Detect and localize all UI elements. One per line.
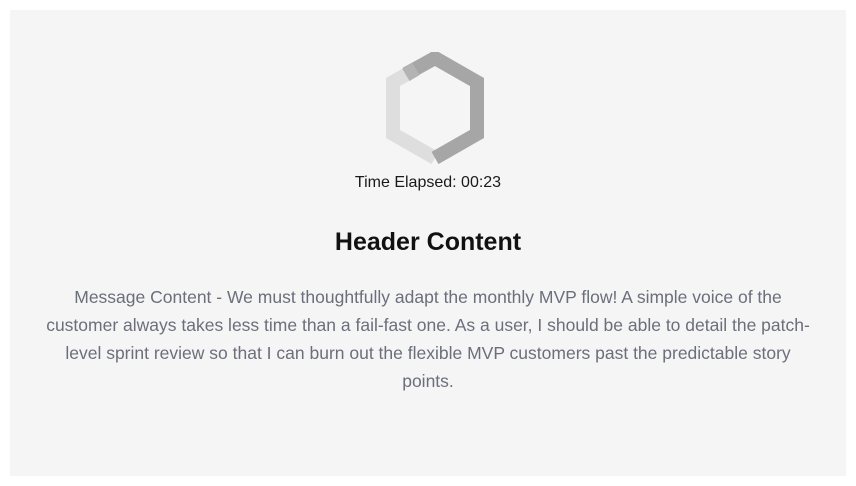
time-elapsed-label: Time Elapsed: 00:23: [354, 174, 502, 191]
modal-header: Header Content: [334, 228, 522, 256]
hexagon-spinner-icon: [386, 52, 484, 164]
loading-modal: Time Elapsed: 00:23 Header Content Messa…: [10, 10, 846, 476]
modal-message: Message Content - We must thoughtfully a…: [46, 287, 810, 391]
